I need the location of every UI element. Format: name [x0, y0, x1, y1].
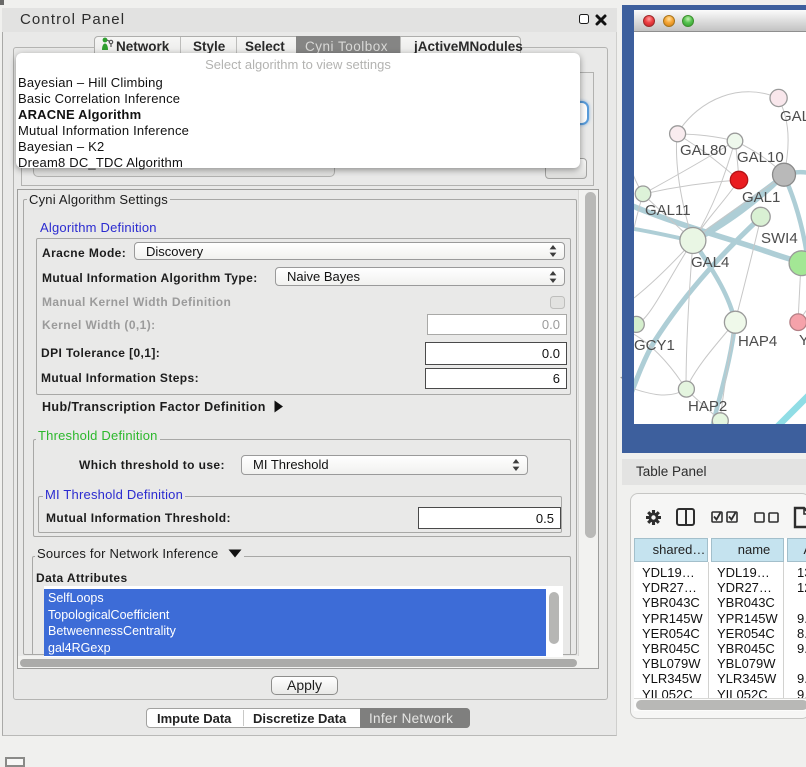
svg-text:GAL11: GAL11 — [645, 202, 691, 219]
svg-text:HAP2: HAP2 — [688, 398, 727, 415]
svg-text:GAL1: GAL1 — [742, 189, 780, 206]
svg-text:GAL2: GAL2 — [780, 108, 806, 125]
svg-text:GCY1: GCY1 — [634, 337, 675, 354]
svg-text:GAL4: GAL4 — [691, 254, 729, 271]
svg-text:Y: Y — [799, 332, 806, 349]
svg-text:GAL10: GAL10 — [737, 149, 784, 166]
svg-text:GAL80: GAL80 — [680, 142, 727, 159]
svg-text:HAP4: HAP4 — [738, 333, 777, 350]
svg-text:SWI4: SWI4 — [761, 230, 798, 247]
